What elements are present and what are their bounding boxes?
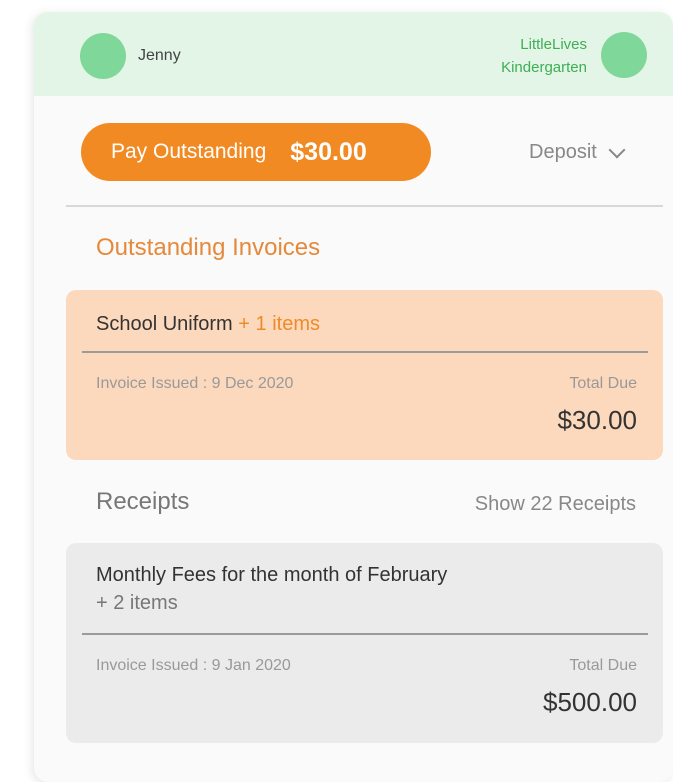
invoice-total-amount: $30.00 — [557, 405, 637, 435]
invoice-issued-date: Invoice Issued : 9 Dec 2020 — [96, 375, 294, 392]
child-avatar[interactable] — [80, 33, 126, 79]
section-divider — [66, 205, 663, 207]
invoice-title: School Uniform — [96, 313, 233, 335]
receipt-title: Monthly Fees for the month of February — [96, 564, 448, 586]
receipt-extra-items: + 2 items — [96, 592, 178, 614]
deposit-label: Deposit — [529, 141, 597, 163]
receipt-total-label: Total Due — [569, 657, 637, 674]
profile-header: Jenny LittleLives Kindergarten — [34, 12, 673, 96]
invoice-title-line: School Uniform + 1 items — [96, 309, 320, 339]
deposit-dropdown[interactable]: Deposit — [529, 141, 626, 164]
receipt-card[interactable]: Monthly Fees for the month of February +… — [66, 543, 663, 743]
outstanding-invoice-card[interactable]: School Uniform + 1 items Invoice Issued … — [66, 290, 663, 460]
user-name: Jenny — [138, 47, 181, 64]
show-receipts-link[interactable]: Show 22 Receipts — [475, 493, 636, 516]
invoice-extra-items: + 1 items — [238, 313, 320, 335]
school-avatar[interactable] — [601, 32, 647, 78]
pay-outstanding-button[interactable]: Pay Outstanding $30.00 — [81, 123, 431, 181]
school-name: LittleLives Kindergarten — [427, 33, 587, 79]
pay-outstanding-amount: $30.00 — [290, 137, 367, 166]
invoice-divider — [82, 351, 648, 353]
chevron-down-icon — [608, 141, 626, 158]
receipt-issued-date: Invoice Issued : 9 Jan 2020 — [96, 657, 291, 674]
school-name-line-2: Kindergarten — [501, 59, 587, 76]
school-name-line-1: LittleLives — [520, 36, 587, 53]
outstanding-invoices-title: Outstanding Invoices — [96, 234, 321, 261]
billing-card: Jenny LittleLives Kindergarten Pay Outst… — [34, 12, 673, 782]
invoice-total-label: Total Due — [569, 375, 637, 392]
receipt-divider — [82, 633, 648, 635]
pay-outstanding-label: Pay Outstanding — [111, 140, 267, 163]
receipt-total-amount: $500.00 — [543, 687, 637, 717]
receipts-title: Receipts — [96, 488, 190, 515]
